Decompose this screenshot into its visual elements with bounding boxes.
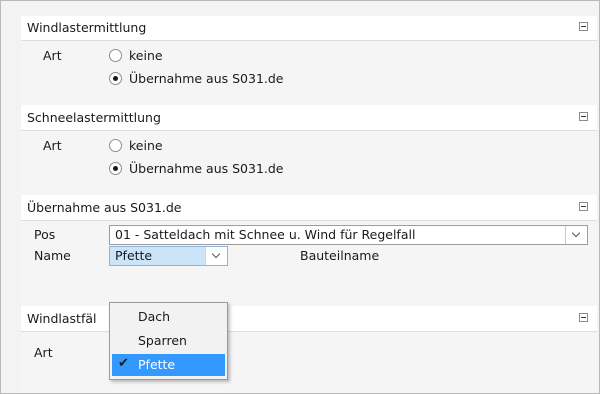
- pos-combobox[interactable]: 01 - Satteldach mit Schnee u. Wind für R…: [109, 225, 588, 245]
- section-header-uebernahme[interactable]: Übernahme aus S031.de: [21, 196, 597, 221]
- collapse-icon[interactable]: [579, 202, 588, 211]
- radio-button-checked[interactable]: [109, 72, 122, 85]
- dropdown-item-label: Pfette: [138, 357, 176, 372]
- radio-label: Übernahme aus S031.de: [129, 161, 284, 176]
- section-body-windlastermittlung: Art keine Übernahme aus S031.de: [21, 41, 597, 105]
- panel-content: Windlastermittlung Art keine Übernahme a…: [21, 16, 597, 393]
- radio-button[interactable]: [109, 49, 122, 62]
- chevron-down-icon: [211, 249, 221, 259]
- radio-button-checked[interactable]: [109, 162, 122, 175]
- dropdown-item-label: Sparren: [138, 333, 187, 348]
- pos-dropdown-button[interactable]: [565, 226, 587, 244]
- collapse-icon[interactable]: [579, 112, 588, 121]
- radio-label: Übernahme aus S031.de: [129, 71, 284, 86]
- name-combobox[interactable]: Pfette: [109, 246, 228, 266]
- section-header-windlastermittlung[interactable]: Windlastermittlung: [21, 16, 597, 41]
- section-body-uebernahme: Pos 01 - Satteldach mit Schnee u. Wind f…: [21, 221, 597, 306]
- section-header-windlastfaelle[interactable]: Windlastfäl: [21, 307, 597, 332]
- chevron-down-icon: [571, 228, 581, 238]
- bauteilname-label: Bauteilname: [300, 248, 380, 263]
- radio-label: keine: [129, 48, 163, 63]
- section-title: Übernahme aus S031.de: [27, 200, 182, 215]
- section-title: Windlastfäl: [27, 311, 97, 326]
- name-dropdown-list: Dach Sparren ✔ Pfette: [109, 302, 228, 380]
- art-label: Art: [43, 48, 62, 63]
- radio-button[interactable]: [109, 139, 122, 152]
- section-title: Schneelastermittlung: [27, 110, 161, 125]
- dropdown-item-sparren[interactable]: Sparren: [112, 330, 225, 352]
- dropdown-item-dach[interactable]: Dach: [112, 306, 225, 328]
- art-label: Art: [43, 138, 62, 153]
- check-icon: ✔: [118, 356, 129, 371]
- section-body-windlastfaelle: Art: [21, 332, 597, 393]
- name-label: Name: [34, 248, 71, 263]
- radio-label: keine: [129, 138, 163, 153]
- section-header-schneelastermittlung[interactable]: Schneelastermittlung: [21, 106, 597, 131]
- pos-value: 01 - Satteldach mit Schnee u. Wind für R…: [115, 227, 416, 242]
- pos-label: Pos: [34, 227, 56, 242]
- property-panel: Windlastermittlung Art keine Übernahme a…: [0, 0, 600, 394]
- collapse-icon[interactable]: [579, 313, 588, 322]
- dropdown-item-pfette[interactable]: ✔ Pfette: [112, 354, 225, 376]
- name-dropdown-button[interactable]: [205, 247, 227, 265]
- art-label: Art: [34, 345, 53, 360]
- section-title: Windlastermittlung: [27, 20, 147, 35]
- name-value: Pfette: [115, 248, 153, 263]
- dropdown-item-label: Dach: [138, 309, 171, 324]
- collapse-icon[interactable]: [579, 22, 588, 31]
- section-body-schneelastermittlung: Art keine Übernahme aus S031.de: [21, 131, 597, 195]
